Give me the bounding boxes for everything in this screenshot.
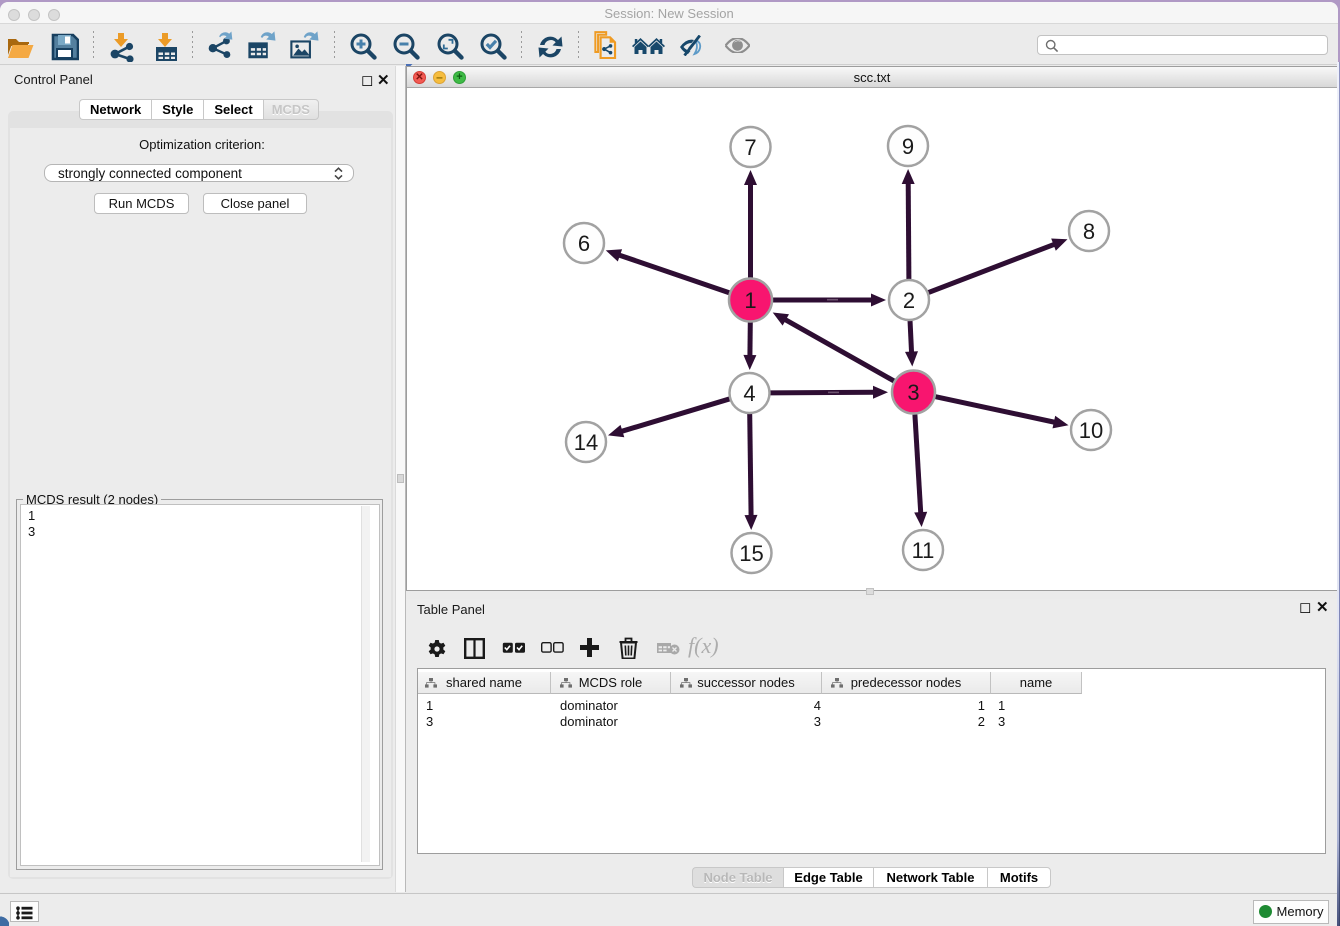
svg-text:9: 9 [902,134,914,159]
svg-text:3: 3 [907,380,919,405]
svg-text:6: 6 [578,231,590,256]
svg-text:1: 1 [744,288,756,313]
svg-text:7: 7 [744,135,756,160]
svg-text:8: 8 [1083,219,1095,244]
svg-text:4: 4 [743,381,755,406]
svg-text:2: 2 [903,288,915,313]
svg-text:10: 10 [1079,418,1103,443]
svg-text:15: 15 [739,541,763,566]
svg-text:14: 14 [574,430,598,455]
svg-text:11: 11 [912,538,935,563]
